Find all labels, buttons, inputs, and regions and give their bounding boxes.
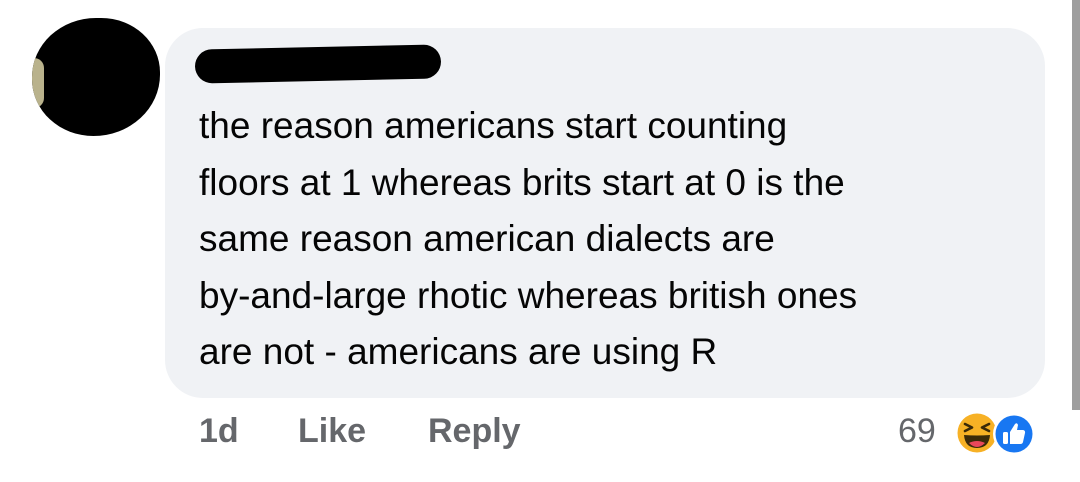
comment-line: by-and-large rhotic whereas british ones [199,274,858,316]
comment-line: floors at 1 whereas brits start at 0 is … [199,161,845,203]
avatar[interactable] [32,18,160,136]
like-icon [993,413,1035,455]
redacted-author-name[interactable] [194,44,442,84]
comment-line: same reason american dialects are [199,218,775,259]
reply-button[interactable]: Reply [428,412,521,451]
comment-text: the reason americans start counting floo… [199,98,1019,381]
timestamp-link[interactable]: 1d [199,412,239,451]
comment-line: are not - americans are using R [199,331,718,372]
scrollbar[interactable] [1072,0,1080,410]
avatar-image-edge [32,58,44,108]
comment-line: the reason americans start counting [199,105,788,146]
like-button[interactable]: Like [298,412,366,451]
reaction-count: 69 [898,412,936,450]
